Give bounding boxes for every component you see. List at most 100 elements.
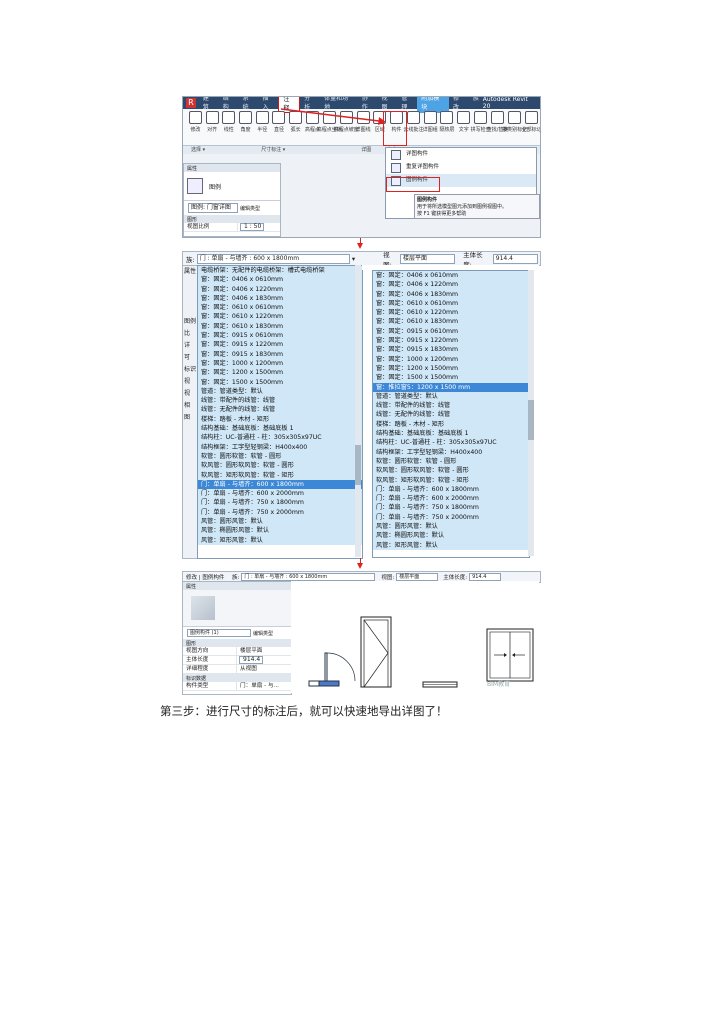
flow-arrow-2 (357, 563, 363, 569)
length-input[interactable]: 914.4 (469, 573, 502, 581)
list-item[interactable]: 风管：矩形风管：默认 (373, 540, 529, 550)
list-item[interactable]: 窗：固定：0915 x 1830mm (198, 349, 362, 359)
ribbon-tool[interactable]: 按类别标记 (502, 111, 527, 145)
list-item[interactable]: 门：单扇 - 与墙齐：600 x 1800mm (373, 484, 529, 495)
list-scrollbar-left[interactable] (355, 265, 361, 557)
edit-type-button[interactable]: 编辑类型 (240, 205, 260, 212)
list-item[interactable]: 门：单扇 - 与墙齐：750 x 1800mm (373, 503, 529, 513)
ribbon-tool[interactable]: 角度 (237, 111, 254, 145)
edit-type-button[interactable]: 编辑类型 (253, 630, 273, 637)
list-item[interactable]: 软风管：矩形软风管：软管 - 矩形 (373, 475, 529, 485)
ribbon-tool[interactable]: 线性 (220, 111, 237, 145)
list-item[interactable]: 风管：椭圆形风管：默认 (198, 526, 362, 536)
scale-label: 视图比例 (184, 223, 238, 231)
list-item[interactable]: 结构基础：基础底板：基础底板 1 (198, 424, 362, 434)
list-item[interactable]: 电缆桥架：无配件的电缆桥架：槽式电缆桥架 (198, 266, 362, 276)
list-item[interactable]: 结构柱：UC-普通柱 - 柱：305x305x97UC (198, 433, 362, 443)
list-item[interactable]: 窗：固定：0915 x 1220mm (198, 340, 362, 350)
family-list-right[interactable]: 窗：固定：0406 x 0610mm 窗：固定：0406 x 1220mm 窗：固定… (372, 270, 530, 558)
view-dropdown[interactable]: 楼层平面 (400, 253, 456, 264)
list-item[interactable]: 窗：推拉窗5：1200 x 1500 mm (373, 382, 529, 392)
type-selector[interactable]: 图例构件 (1) (187, 629, 251, 637)
list-item[interactable]: 风管：圆形风管：默认 (373, 522, 529, 532)
length-input[interactable]: 914.4 (492, 253, 538, 264)
list-item[interactable]: 结构框架：工字型轻钢梁：H400x400 (373, 447, 529, 457)
context-title: 修改 | 图例构件 (186, 575, 225, 581)
list-item[interactable]: 风管：椭圆形风管：默认 (373, 531, 529, 541)
list-item[interactable]: 结构框架：工字型轻钢梁：H400x400 (198, 442, 362, 452)
list-item[interactable]: 窗：固定：0610 x 1220mm (198, 312, 362, 322)
ribbon-tool[interactable]: 详图组 (422, 111, 439, 145)
list-item[interactable]: 风管：矩形风管：默认 (198, 535, 362, 545)
list-item[interactable]: 窗：固定：1500 x 1500mm (373, 373, 529, 383)
legend-drawings (308, 616, 534, 688)
list-item[interactable]: 窗：固定：0610 x 0610mm (198, 303, 362, 313)
section-graphics: 图形 (183, 639, 291, 647)
list-item[interactable]: 窗：固定：0915 x 0610mm (198, 331, 362, 341)
properties-panel: 属性 图例 图例: 门窗详图 编辑类型 图形 视图比例 1 : 50 (183, 163, 281, 237)
ribbon-tool[interactable]: 全部标记 (522, 111, 540, 145)
list-item[interactable]: 窗：固定：0915 x 1220mm (373, 336, 529, 346)
list-item[interactable]: 管道：管道类型：默认 (198, 386, 362, 397)
type-selector[interactable]: 图例: 门窗详图 (188, 203, 238, 213)
property-value[interactable]: 914.4 (239, 656, 264, 664)
menu-item[interactable]: 重复详图构件 (386, 161, 536, 174)
list-item[interactable]: 窗：固定：1000 x 1200mm (373, 354, 529, 364)
legend-icon (187, 178, 203, 194)
list-item[interactable]: 门：单扇 - 与墙齐：750 x 2000mm (373, 512, 529, 523)
chevron-down-icon[interactable]: ▾ (352, 255, 355, 263)
family-dropdown[interactable]: 门 : 单扇 - 与墙齐 : 600 x 1800mm (241, 573, 376, 581)
list-item[interactable]: 风管：圆形风管：默认 (198, 517, 362, 527)
list-item[interactable]: 门：单扇 - 与墙齐：600 x 2000mm (373, 494, 529, 504)
ribbon-tool[interactable]: 文字 (455, 111, 472, 145)
list-item[interactable]: 软管：圆形软管：软管 - 圆形 (198, 451, 362, 462)
list-item[interactable]: 软风管：矩形软风管：软管 - 矩形 (198, 470, 362, 480)
list-item[interactable]: 线管：带配件的线管：线管 (198, 396, 362, 406)
list-item[interactable]: 窗：固定：0406 x 1830mm (373, 289, 529, 299)
list-item[interactable]: 门：单扇 - 与墙齐：600 x 1800mm (198, 479, 362, 490)
list-item[interactable]: 软风管：圆形软风管：软管 - 圆形 (198, 461, 362, 471)
list-item[interactable]: 门：单扇 - 与墙齐：600 x 2000mm (198, 489, 362, 499)
list-item[interactable]: 软管：圆形软管：软管 - 圆形 (373, 456, 529, 467)
list-item[interactable]: 线管：无配件的线管：线管 (198, 405, 362, 415)
list-item[interactable]: 窗：固定：0915 x 0610mm (373, 326, 529, 337)
list-item[interactable]: 线管：无配件的线管：线管 (373, 410, 529, 420)
list-item[interactable]: 窗：固定：0610 x 1830mm (198, 321, 362, 332)
tool-label: 半径 (257, 127, 268, 133)
ribbon-tool[interactable]: 对齐 (204, 111, 221, 145)
ribbon-tool[interactable]: 半径 (254, 111, 271, 145)
list-item[interactable]: 门：单扇 - 与墙齐：750 x 2000mm (198, 507, 362, 518)
list-item[interactable]: 窗：固定：1200 x 1500mm (373, 363, 529, 374)
list-item[interactable]: 窗：固定：0406 x 0610mm (373, 271, 529, 281)
stub-label: 视 (184, 378, 191, 385)
list-item[interactable]: 窗：固定：0610 x 1220mm (373, 308, 529, 318)
family-dropdown[interactable]: 门 : 单扇 - 与墙齐 : 600 x 1800mm (196, 253, 350, 264)
list-item[interactable]: 楼梯：踏板 - 木材 - 矩形 (198, 414, 362, 425)
family-list-left[interactable]: 电缆桥架：无配件的电缆桥架：槽式电缆桥架 窗：固定：0406 x 0610mm 窗：… (197, 265, 363, 559)
scale-value[interactable]: 1 : 50 (240, 223, 265, 231)
list-item[interactable]: 窗：固定：0915 x 1830mm (373, 345, 529, 355)
list-item[interactable]: 窗：固定：0610 x 1830mm (373, 317, 529, 327)
list-item[interactable]: 结构基础：基础底板：基础底板 1 (373, 429, 529, 439)
family-label: 族: (186, 255, 195, 264)
view-dropdown[interactable]: 楼层平面 (396, 573, 439, 581)
list-item[interactable]: 窗：固定：0610 x 0610mm (373, 298, 529, 309)
list-item[interactable]: 管道：管道类型：默认 (373, 391, 529, 402)
list-item[interactable]: 窗：固定：1500 x 1500mm (198, 377, 362, 387)
list-item[interactable]: 窗：固定：0406 x 0610mm (198, 275, 362, 285)
menu-item[interactable]: 详图构件 (386, 148, 536, 161)
list-scrollbar-right[interactable] (528, 270, 534, 556)
list-item[interactable]: 窗：固定：0406 x 1220mm (198, 284, 362, 294)
ribbon-tool[interactable]: 云线批注 (403, 111, 423, 145)
list-item[interactable]: 窗：固定：1000 x 1200mm (198, 358, 362, 369)
list-item[interactable]: 软风管：圆形软风管：软管 - 圆形 (373, 466, 529, 476)
list-item[interactable]: 结构柱：UC-普通柱 - 柱：305x305x97UC (373, 438, 529, 448)
list-item[interactable]: 楼梯：踏板 - 木材 - 矩形 (373, 419, 529, 430)
list-item[interactable]: 门：单扇 - 与墙齐：750 x 1800mm (198, 498, 362, 508)
list-item[interactable]: 窗：固定：1200 x 1500mm (198, 368, 362, 378)
list-item[interactable]: 窗：固定：0406 x 1830mm (198, 293, 362, 304)
ribbon-tool[interactable]: 修改 (187, 111, 204, 145)
ribbon-tool[interactable]: 隔热层 (439, 111, 456, 145)
list-item[interactable]: 线管：带配件的线管：线管 (373, 401, 529, 411)
list-item[interactable]: 窗：固定：0406 x 1220mm (373, 280, 529, 290)
